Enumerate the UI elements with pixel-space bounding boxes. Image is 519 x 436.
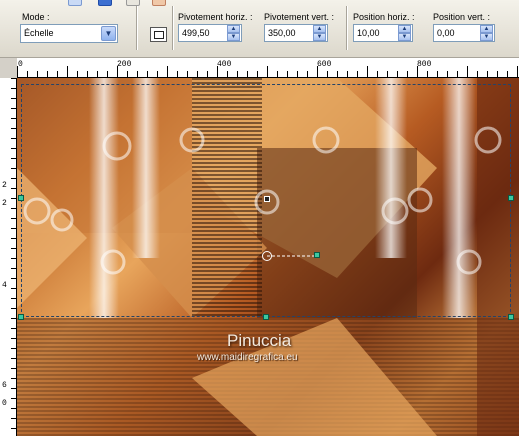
mode-select[interactable]: Échelle ▼	[20, 24, 118, 43]
pos-h-field[interactable]: 10,00 ▲ ▼	[353, 24, 413, 42]
ruler-label: 0	[18, 60, 23, 69]
center-handle[interactable]	[264, 196, 270, 202]
watermark-name: Pinuccia	[227, 331, 292, 350]
spin-up-icon[interactable]: ▲	[313, 25, 326, 33]
pos-v-field[interactable]: 0,00 ▲ ▼	[433, 24, 495, 42]
pivot-v-field[interactable]: 350,00 ▲ ▼	[264, 24, 328, 42]
app-window: Mode : Échelle ▼ Pivotement horiz. : 499…	[0, 0, 519, 436]
pivot-point-icon[interactable]	[262, 251, 272, 261]
tool-options-toolbar: Mode : Échelle ▼ Pivotement horiz. : 499…	[0, 0, 519, 58]
horizontal-ruler: 0 200 400 600 800	[17, 58, 519, 78]
spin-up-icon[interactable]: ▲	[398, 25, 411, 33]
pos-v-label: Position vert. :	[433, 12, 491, 22]
pivot-h-value: 499,50	[182, 28, 210, 38]
ruler-corner	[0, 58, 17, 78]
pos-h-value: 10,00	[357, 28, 380, 38]
spin-down-icon[interactable]: ▼	[227, 33, 240, 41]
mode-value: Échelle	[24, 28, 54, 38]
resize-handle[interactable]	[18, 314, 24, 320]
top-icon-strip	[0, 0, 180, 8]
separator	[346, 6, 348, 50]
ruler-ticks	[11, 78, 16, 436]
separator	[172, 6, 174, 50]
ruler-label: 0	[2, 399, 7, 408]
resize-handle[interactable]	[508, 195, 514, 201]
resize-handle[interactable]	[508, 314, 514, 320]
spin-down-icon[interactable]: ▼	[313, 33, 326, 41]
ruler-label: 400	[217, 60, 232, 69]
tool-preset-icon[interactable]	[68, 0, 82, 6]
separator	[136, 6, 138, 50]
pick-tool-icon[interactable]	[98, 0, 112, 6]
rotation-handle[interactable]	[314, 252, 320, 258]
ruler-label: 4	[2, 281, 7, 290]
spin-up-icon[interactable]: ▲	[227, 25, 240, 33]
spin-down-icon[interactable]: ▼	[480, 33, 493, 41]
ruler-label: 600	[317, 60, 332, 69]
pos-h-label: Position horiz. :	[353, 12, 415, 22]
image-canvas[interactable]: Pinuccia www.maidiregrafica.eu	[17, 78, 519, 436]
ruler-major-ticks	[17, 66, 519, 77]
ruler-label: 200	[117, 60, 132, 69]
reset-icon[interactable]	[152, 0, 166, 6]
resize-handle[interactable]	[263, 314, 269, 320]
chevron-down-icon[interactable]: ▼	[101, 26, 116, 41]
watermark-url: www.maidiregrafica.eu	[197, 352, 298, 363]
pos-v-value: 0,00	[437, 28, 455, 38]
ruler-label: 2	[2, 181, 7, 190]
ruler-label: 2	[2, 199, 7, 208]
pivot-v-label: Pivotement vert. :	[264, 12, 335, 22]
resize-handle[interactable]	[18, 195, 24, 201]
pivot-v-value: 350,00	[268, 28, 296, 38]
ruler-label: 800	[417, 60, 432, 69]
ruler-label: 6	[2, 381, 7, 390]
spin-up-icon[interactable]: ▲	[480, 25, 493, 33]
pivot-h-field[interactable]: 499,50 ▲ ▼	[178, 24, 242, 42]
pivot-h-label: Pivotement horiz. :	[178, 12, 253, 22]
selection-transform-icon[interactable]	[150, 27, 167, 42]
mode-label: Mode :	[22, 12, 50, 22]
spin-down-icon[interactable]: ▼	[398, 33, 411, 41]
vertical-ruler: 2 2 4 6 0	[0, 78, 17, 436]
